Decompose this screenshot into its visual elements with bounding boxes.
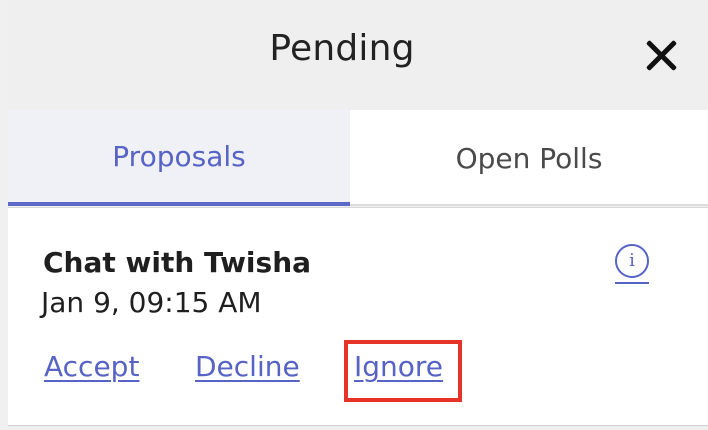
page-title: Pending xyxy=(269,28,415,69)
accept-link[interactable]: Accept xyxy=(44,350,139,383)
proposal-time: Jan 9, 09:15 AM xyxy=(41,286,262,319)
decline-link[interactable]: Decline xyxy=(195,350,300,383)
ignore-highlight-box xyxy=(344,340,462,402)
close-icon[interactable] xyxy=(644,38,678,72)
proposal-title: Chat with Twisha xyxy=(43,246,312,279)
panel-header: Pending xyxy=(8,0,708,110)
proposal-card: Chat with Twisha Jan 9, 09:15 AM i Accep… xyxy=(8,207,708,426)
tab-open-polls[interactable]: Open Polls xyxy=(350,110,708,206)
pending-panel: Pending Proposals Open Polls Chat with T… xyxy=(8,0,708,430)
tabs: Proposals Open Polls xyxy=(8,110,708,206)
info-icon-underline xyxy=(615,282,649,284)
info-icon[interactable]: i xyxy=(615,244,649,278)
tab-proposals[interactable]: Proposals xyxy=(8,110,350,206)
